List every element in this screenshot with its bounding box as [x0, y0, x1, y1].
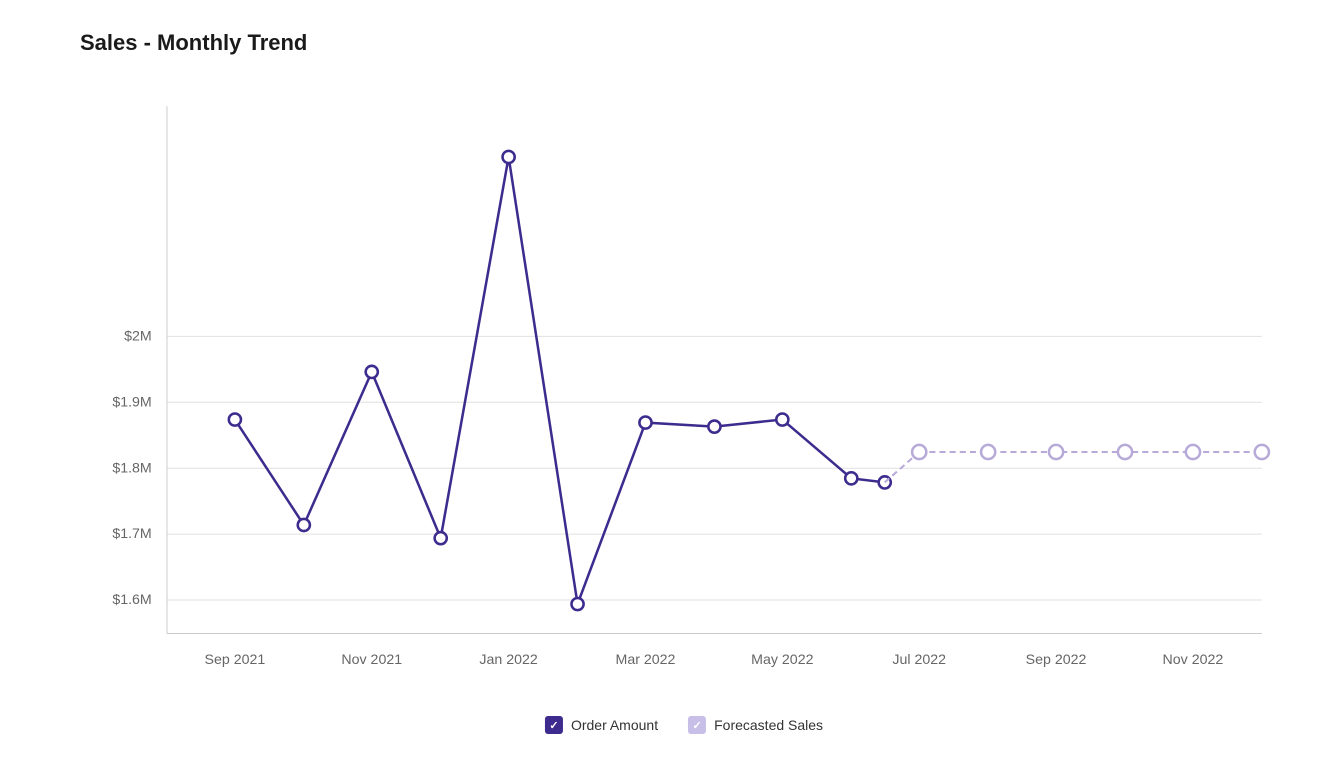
x-label-nov2022: Nov 2022 [1163, 652, 1224, 668]
y-label-1-6: $1.6M [112, 592, 151, 608]
y-label-1-9: $1.9M [112, 394, 151, 410]
legend-order-label: Order Amount [571, 717, 658, 733]
point-sep2021 [229, 413, 241, 425]
point-oct2021 [298, 519, 310, 531]
legend-forecast: ✓ Forecasted Sales [688, 716, 823, 734]
point-may2022 [776, 413, 788, 425]
y-label-1-8: $1.8M [112, 460, 151, 476]
legend-order-amount: ✓ Order Amount [545, 716, 658, 734]
forecast-point-jul2022 [912, 445, 926, 459]
chart-title: Sales - Monthly Trend [80, 30, 1288, 56]
chart-legend: ✓ Order Amount ✓ Forecasted Sales [545, 716, 823, 734]
point-jan2022 [503, 151, 515, 163]
x-label-nov2021: Nov 2021 [341, 652, 402, 668]
chart-area: $1.6M $1.7M $1.8M $1.9M $2M Sep 2021 Nov… [80, 86, 1288, 674]
order-amount-line [235, 157, 885, 604]
x-label-sep2022: Sep 2022 [1026, 652, 1087, 668]
point-feb2022 [571, 598, 583, 610]
point-apr2022 [708, 421, 720, 433]
x-label-mar2022: Mar 2022 [616, 652, 676, 668]
legend-forecast-label: Forecasted Sales [714, 717, 823, 733]
forecast-point-aug2022 [981, 445, 995, 459]
point-nov2021 [366, 366, 378, 378]
x-label-jul2022: Jul 2022 [892, 652, 946, 668]
chart-container: Sales - Monthly Trend [0, 0, 1318, 758]
y-label-2-0: $2M [124, 328, 152, 344]
forecast-point-dec2022 [1255, 445, 1269, 459]
forecast-point-nov2022 [1186, 445, 1200, 459]
y-label-1-7: $1.7M [112, 526, 151, 542]
x-label-may2022: May 2022 [751, 652, 813, 668]
x-label-sep2021: Sep 2021 [205, 652, 266, 668]
point-dec2021 [435, 532, 447, 544]
forecast-point-oct2022 [1118, 445, 1132, 459]
legend-forecast-checkbox: ✓ [688, 716, 706, 734]
x-label-jan2022: Jan 2022 [479, 652, 537, 668]
chart-svg: $1.6M $1.7M $1.8M $1.9M $2M Sep 2021 Nov… [80, 86, 1288, 674]
legend-order-checkbox: ✓ [545, 716, 563, 734]
point-jun2022 [845, 472, 857, 484]
forecast-point-sep2022 [1049, 445, 1063, 459]
point-mar2022 [639, 416, 651, 428]
